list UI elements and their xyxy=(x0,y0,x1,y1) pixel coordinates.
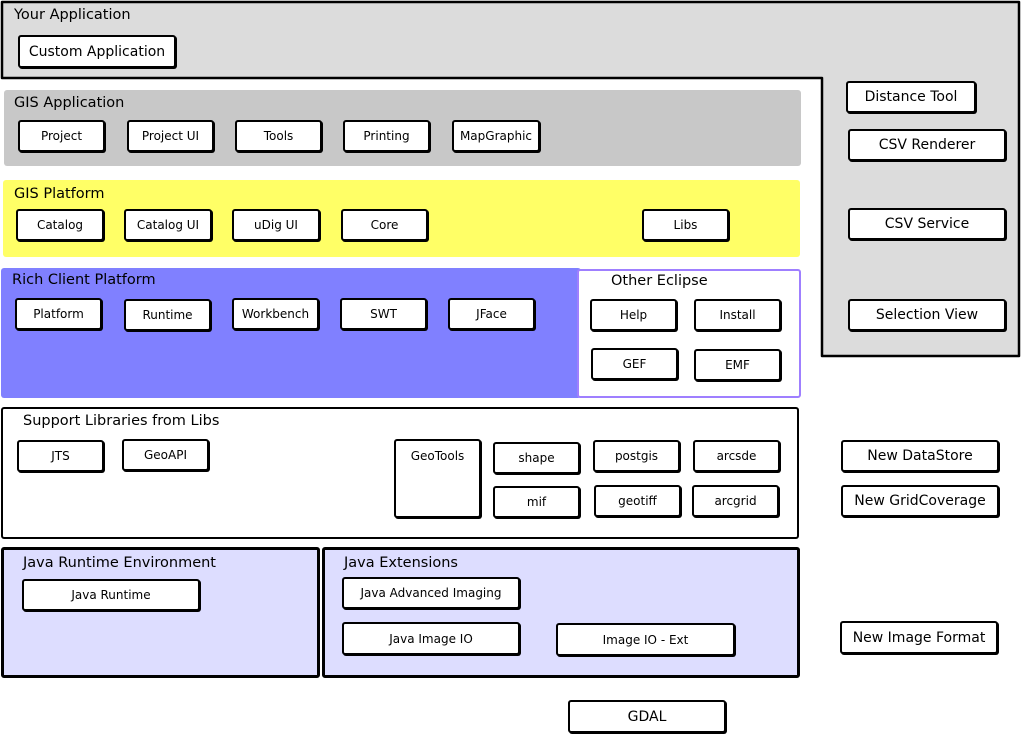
shape-box: shape xyxy=(493,442,580,474)
project-ui-box: Project UI xyxy=(127,120,214,152)
support-libraries-title: Support Libraries from Libs xyxy=(23,413,220,429)
gis-application-title: GIS Application xyxy=(14,95,125,111)
new-image-format-box: New Image Format xyxy=(840,621,998,654)
jface-box: JFace xyxy=(448,298,535,330)
install-box: Install xyxy=(694,299,781,331)
selection-view-box: Selection View xyxy=(848,299,1006,331)
java-extensions-title: Java Extensions xyxy=(344,555,458,571)
gis-platform-title: GIS Platform xyxy=(14,186,105,202)
project-box: Project xyxy=(18,120,105,152)
rich-client-platform-title: Rich Client Platform xyxy=(12,272,156,288)
java-runtime-box: Java Runtime xyxy=(22,579,200,611)
catalog-box: Catalog xyxy=(16,209,104,241)
runtime-box: Runtime xyxy=(124,299,211,331)
tools-box: Tools xyxy=(235,120,322,152)
java-advanced-imaging-box: Java Advanced Imaging xyxy=(342,577,520,609)
geoapi-box: GeoAPI xyxy=(122,439,209,471)
workbench-box: Workbench xyxy=(232,298,319,330)
help-box: Help xyxy=(590,299,677,331)
jts-box: JTS xyxy=(17,440,104,472)
image-io-ext-box: Image IO - Ext xyxy=(556,623,735,656)
java-image-io-box: Java Image IO xyxy=(342,622,520,655)
udig-ui-box: uDig UI xyxy=(232,209,320,241)
gdal-box: GDAL xyxy=(568,700,726,733)
arcsde-box: arcsde xyxy=(693,440,780,472)
arcgrid-box: arcgrid xyxy=(692,485,779,517)
other-eclipse-title: Other Eclipse xyxy=(611,273,708,289)
postgis-box: postgis xyxy=(593,440,680,472)
new-datastore-box: New DataStore xyxy=(841,440,999,472)
mif-box: mif xyxy=(493,486,580,518)
your-application-title: Your Application xyxy=(14,7,131,23)
core-box: Core xyxy=(341,209,428,241)
platform-box: Platform xyxy=(15,298,102,330)
emf-box: EMF xyxy=(694,349,781,381)
printing-box: Printing xyxy=(343,120,430,152)
custom-application-box: Custom Application xyxy=(18,35,176,68)
distance-tool-box: Distance Tool xyxy=(846,81,976,113)
catalog-ui-box: Catalog UI xyxy=(124,209,212,241)
swt-box: SWT xyxy=(340,298,427,330)
gef-box: GEF xyxy=(591,348,678,380)
jre-title: Java Runtime Environment xyxy=(23,555,216,571)
csv-renderer-box: CSV Renderer xyxy=(848,129,1006,161)
new-gridcoverage-box: New GridCoverage xyxy=(841,485,999,517)
geotiff-box: geotiff xyxy=(594,485,681,517)
csv-service-box: CSV Service xyxy=(848,208,1006,240)
mapgraphic-box: MapGraphic xyxy=(452,120,540,152)
geotools-box: GeoTools xyxy=(394,439,481,518)
libs-box: Libs xyxy=(642,209,729,241)
